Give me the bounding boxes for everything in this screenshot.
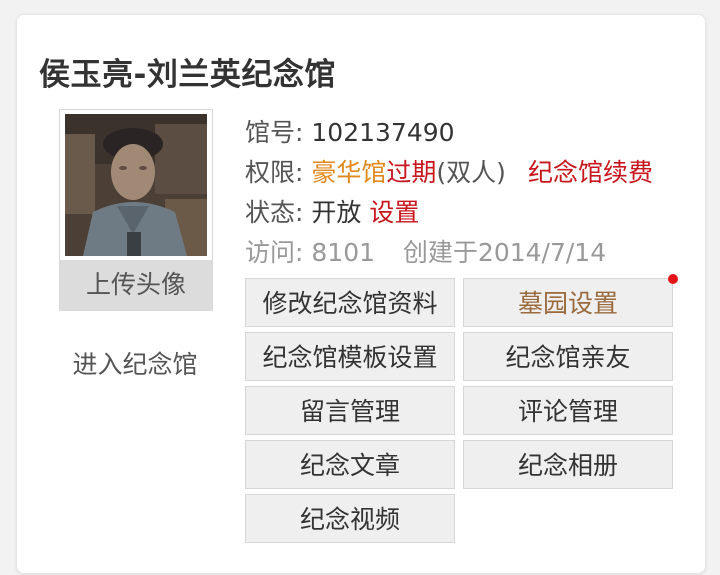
permission-expired-badge: 过期 (386, 158, 437, 187)
permission-suffix: (双人) (436, 158, 506, 187)
albums-button[interactable]: 纪念相册 (463, 440, 673, 489)
avatar-frame: 上传头像 (59, 109, 213, 311)
message-management-button[interactable]: 留言管理 (245, 386, 455, 435)
visits-row: 访问: 8101 创建于2014/7/14 (245, 233, 606, 269)
hall-number-label: 馆号: (245, 118, 304, 147)
hall-number-row: 馆号: 102137490 (245, 113, 455, 149)
videos-button[interactable]: 纪念视频 (245, 494, 455, 543)
cemetery-settings-button[interactable]: 墓园设置 (463, 278, 673, 327)
notification-dot (668, 274, 678, 284)
visits-label: 访问: (245, 238, 304, 267)
hall-number-value: 102137490 (311, 118, 455, 147)
avatar (65, 114, 207, 256)
renew-link[interactable]: 纪念馆续费 (528, 158, 653, 187)
permission-row: 权限: 豪华馆过期(双人) 纪念馆续费 (245, 153, 653, 189)
enter-memorial-link[interactable]: 进入纪念馆 (59, 345, 211, 381)
relatives-button[interactable]: 纪念馆亲友 (463, 332, 673, 381)
permission-type: 豪华馆 (311, 158, 387, 187)
status-label: 状态: (245, 198, 304, 227)
edit-info-button[interactable]: 修改纪念馆资料 (245, 278, 455, 327)
template-settings-button[interactable]: 纪念馆模板设置 (245, 332, 455, 381)
articles-button[interactable]: 纪念文章 (245, 440, 455, 489)
created-date: 创建于2014/7/14 (402, 238, 607, 267)
memorial-card: 侯玉亮-刘兰英纪念馆 上传头像 进入纪念馆 馆号: 102137490 权限: … (16, 14, 706, 574)
visits-count: 8101 (311, 238, 376, 267)
page-title: 侯玉亮-刘兰英纪念馆 (39, 57, 336, 93)
status-settings-link[interactable]: 设置 (369, 198, 419, 227)
portrait-image (65, 114, 207, 256)
status-row: 状态: 开放 设置 (245, 193, 419, 229)
upload-avatar-button[interactable]: 上传头像 (60, 260, 212, 310)
comment-management-button[interactable]: 评论管理 (463, 386, 673, 435)
status-value: 开放 (311, 198, 362, 227)
permission-label: 权限: (245, 158, 304, 187)
